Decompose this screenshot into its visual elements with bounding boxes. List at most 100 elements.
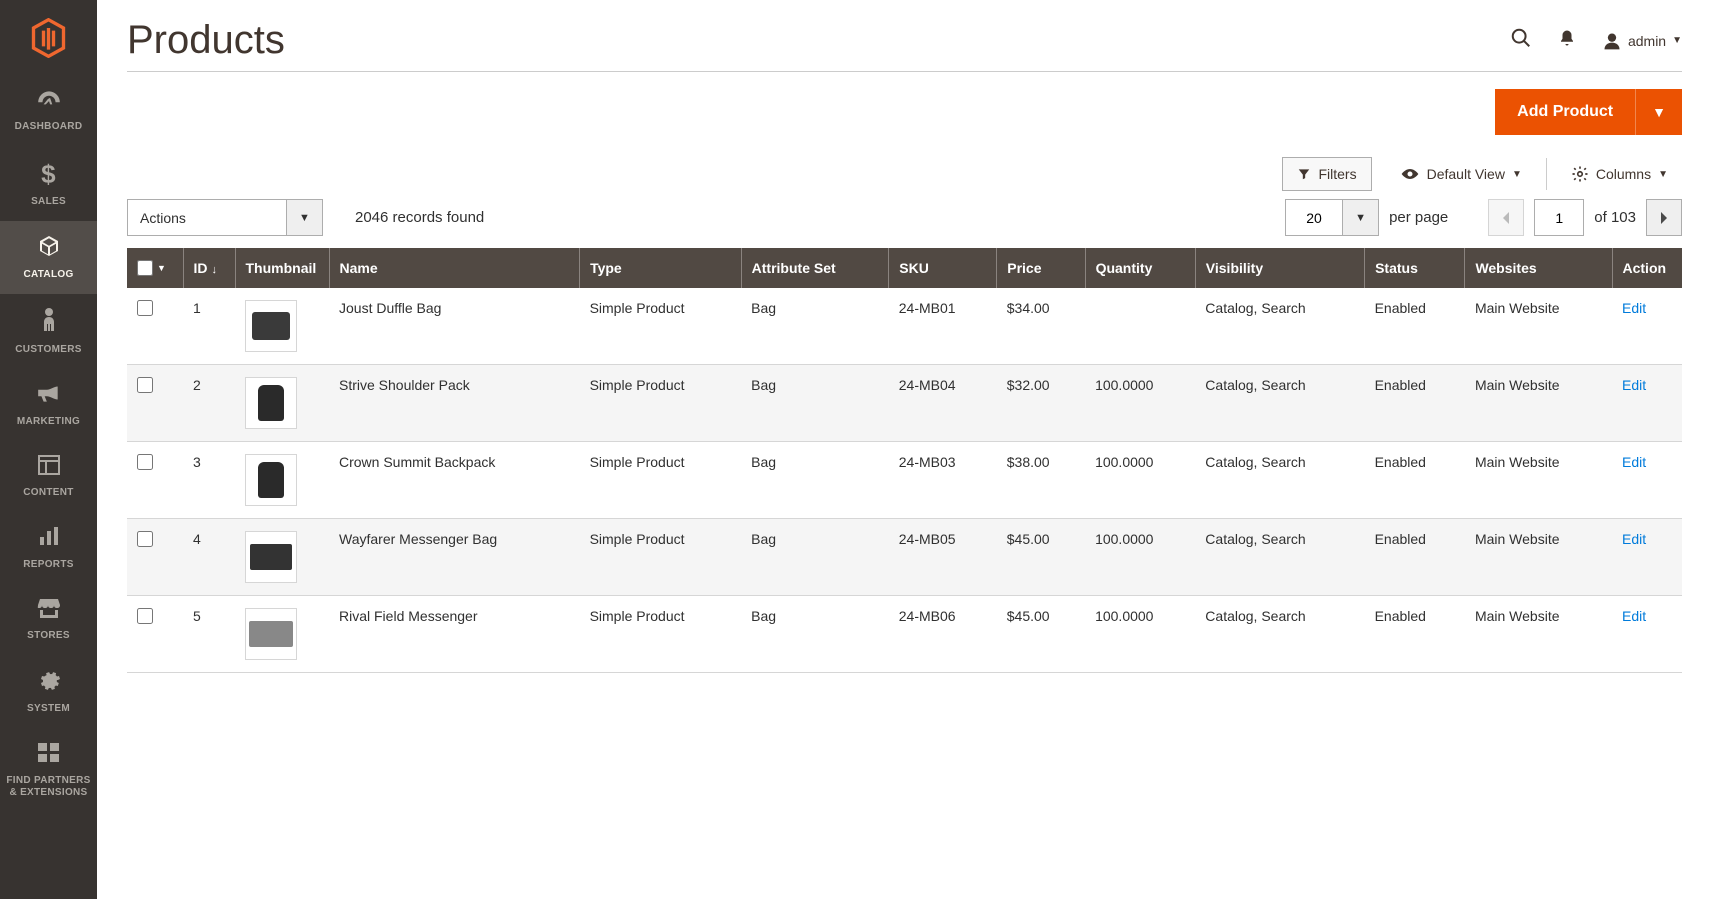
columns-button[interactable]: Columns ▼ <box>1557 157 1682 191</box>
filters-button[interactable]: Filters <box>1282 157 1371 191</box>
chevron-down-icon[interactable]: ▼ <box>157 263 166 273</box>
row-checkbox[interactable] <box>137 531 153 547</box>
nav-label: CUSTOMERS <box>15 344 81 356</box>
column-quantity[interactable]: Quantity <box>1085 248 1195 288</box>
row-checkbox[interactable] <box>137 377 153 393</box>
search-icon[interactable] <box>1510 27 1532 55</box>
cell-websites: Main Website <box>1465 288 1612 365</box>
cube-icon <box>36 234 62 264</box>
column-name[interactable]: Name <box>329 248 580 288</box>
column-type[interactable]: Type <box>580 248 742 288</box>
dashboard-icon <box>36 88 62 116</box>
column-id[interactable]: ID↓ <box>183 248 235 288</box>
nav-cube[interactable]: CATALOG <box>0 221 97 294</box>
products-table: ▼ ID↓ Thumbnail Name Type Attribute Set … <box>127 248 1682 673</box>
nav-blocks[interactable]: FIND PARTNERS & EXTENSIONS <box>0 728 97 811</box>
bullhorn-icon <box>36 382 62 410</box>
cell-websites: Main Website <box>1465 519 1612 596</box>
nav-layout[interactable]: CONTENT <box>0 441 97 512</box>
cell-visibility: Catalog, Search <box>1195 365 1364 442</box>
cell-name: Crown Summit Backpack <box>329 442 580 519</box>
edit-link[interactable]: Edit <box>1622 377 1646 393</box>
eye-icon <box>1400 167 1420 181</box>
filter-icon <box>1297 167 1311 181</box>
divider <box>1546 158 1547 190</box>
table-row[interactable]: 3Crown Summit BackpackSimple ProductBag2… <box>127 442 1682 519</box>
logo[interactable] <box>0 0 97 75</box>
nav-label: FIND PARTNERS & EXTENSIONS <box>4 775 93 799</box>
cell-quantity: 100.0000 <box>1085 596 1195 673</box>
column-attribute-set[interactable]: Attribute Set <box>741 248 889 288</box>
cell-type: Simple Product <box>580 596 742 673</box>
row-checkbox[interactable] <box>137 608 153 624</box>
admin-sidebar: DASHBOARD$SALES CATALOG CUSTOMERS MARKETING… <box>0 0 97 899</box>
add-product-dropdown-toggle[interactable]: ▼ <box>1635 89 1682 135</box>
edit-link[interactable]: Edit <box>1622 608 1646 624</box>
dollar-icon: $ <box>41 159 56 190</box>
add-product-split-button: Add Product ▼ <box>1495 89 1682 135</box>
grid-toolbar: Actions ▼ 2046 records found ▼ per page … <box>127 199 1682 236</box>
column-price[interactable]: Price <box>997 248 1085 288</box>
product-thumbnail[interactable] <box>245 608 297 660</box>
current-page-input[interactable] <box>1534 199 1584 236</box>
column-thumbnail[interactable]: Thumbnail <box>235 248 329 288</box>
column-sku[interactable]: SKU <box>889 248 997 288</box>
edit-link[interactable]: Edit <box>1622 454 1646 470</box>
per-page-label: per page <box>1389 209 1448 226</box>
table-row[interactable]: 4Wayfarer Messenger BagSimple ProductBag… <box>127 519 1682 596</box>
per-page-input[interactable] <box>1285 199 1343 236</box>
nav-dollar[interactable]: $SALES <box>0 146 97 220</box>
nav-label: CATALOG <box>23 269 73 281</box>
column-websites[interactable]: Websites <box>1465 248 1612 288</box>
notifications-icon[interactable] <box>1558 28 1576 54</box>
cell-attribute-set: Bag <box>741 442 889 519</box>
magento-logo-icon <box>31 18 66 58</box>
cell-price: $38.00 <box>997 442 1085 519</box>
nav-bars[interactable]: REPORTS <box>0 512 97 583</box>
nav-label: SYSTEM <box>27 703 70 715</box>
header-actions: admin ▼ <box>1510 27 1682 55</box>
chevron-down-icon[interactable]: ▼ <box>287 199 323 236</box>
cell-visibility: Catalog, Search <box>1195 288 1364 365</box>
product-thumbnail[interactable] <box>245 531 297 583</box>
filters-label: Filters <box>1318 166 1356 182</box>
per-page-dropdown-toggle[interactable]: ▼ <box>1343 199 1379 236</box>
nav-storefront[interactable]: STORES <box>0 584 97 655</box>
grid-controls: Filters Default View ▼ Columns ▼ <box>127 157 1682 191</box>
cell-quantity: 100.0000 <box>1085 365 1195 442</box>
row-checkbox[interactable] <box>137 300 153 316</box>
column-action[interactable]: Action <box>1612 248 1682 288</box>
cell-id: 4 <box>183 519 235 596</box>
chevron-right-icon <box>1659 211 1669 225</box>
add-product-button[interactable]: Add Product <box>1495 89 1635 135</box>
cell-attribute-set: Bag <box>741 288 889 365</box>
nav-dashboard[interactable]: DASHBOARD <box>0 75 97 146</box>
product-thumbnail[interactable] <box>245 454 297 506</box>
nav-bullhorn[interactable]: MARKETING <box>0 369 97 440</box>
column-visibility[interactable]: Visibility <box>1195 248 1364 288</box>
gear-icon <box>1571 165 1589 183</box>
edit-link[interactable]: Edit <box>1622 300 1646 316</box>
cell-price: $34.00 <box>997 288 1085 365</box>
chevron-left-icon <box>1501 211 1511 225</box>
nav-gear[interactable]: SYSTEM <box>0 655 97 728</box>
select-all-header[interactable]: ▼ <box>127 248 183 288</box>
column-status[interactable]: Status <box>1365 248 1465 288</box>
product-thumbnail[interactable] <box>245 377 297 429</box>
table-row[interactable]: 1Joust Duffle BagSimple ProductBag24-MB0… <box>127 288 1682 365</box>
gear-icon <box>37 668 61 698</box>
product-thumbnail[interactable] <box>245 300 297 352</box>
select-all-checkbox[interactable] <box>137 260 153 276</box>
edit-link[interactable]: Edit <box>1622 531 1646 547</box>
admin-user-menu[interactable]: admin ▼ <box>1602 31 1682 51</box>
default-view-button[interactable]: Default View ▼ <box>1386 158 1536 190</box>
prev-page-button[interactable] <box>1488 199 1524 236</box>
nav-label: CONTENT <box>23 487 73 499</box>
next-page-button[interactable] <box>1646 199 1682 236</box>
table-row[interactable]: 2Strive Shoulder PackSimple ProductBag24… <box>127 365 1682 442</box>
table-row[interactable]: 5Rival Field MessengerSimple ProductBag2… <box>127 596 1682 673</box>
bulk-actions-dropdown[interactable]: Actions ▼ <box>127 199 323 236</box>
nav-person[interactable]: CUSTOMERS <box>0 294 97 369</box>
row-checkbox[interactable] <box>137 454 153 470</box>
admin-username: admin <box>1628 33 1666 49</box>
